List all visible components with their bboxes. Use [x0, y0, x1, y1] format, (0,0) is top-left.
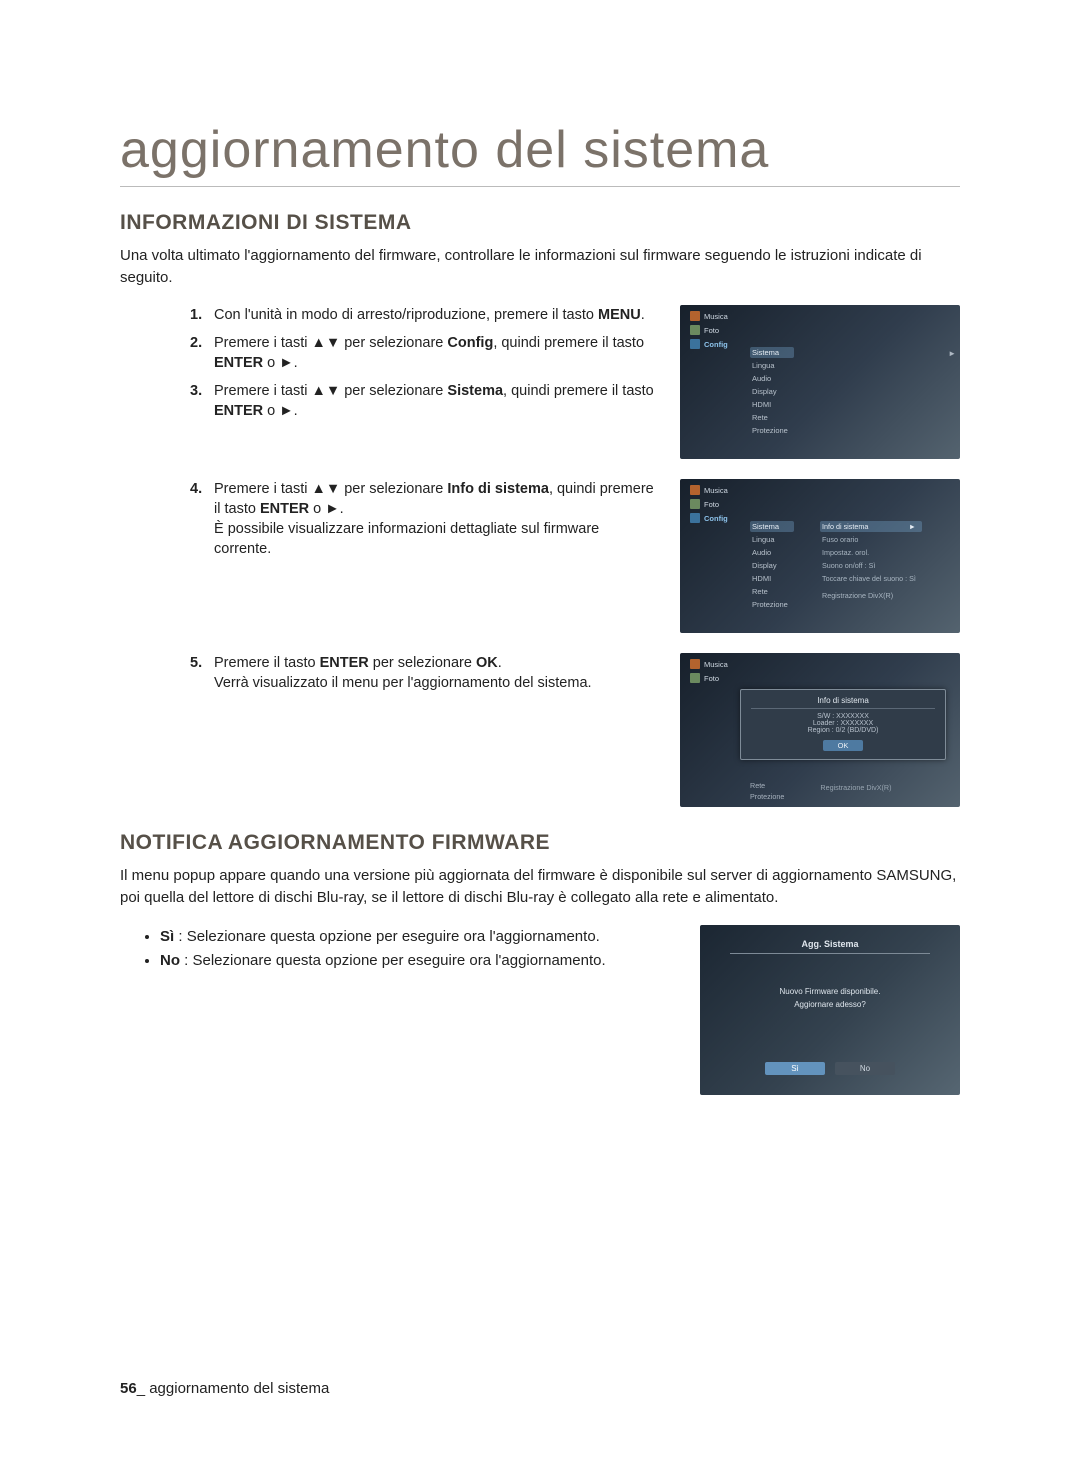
submenu-impostaz-orol: Impostaz. orol.: [820, 547, 922, 558]
section-heading-notify: NOTIFICA AGGIORNAMENTO FIRMWARE: [120, 831, 960, 855]
option-no: No : Selezionare questa opzione per eseg…: [160, 949, 676, 973]
step-3: 3. Premere i tasti ▲▼ per selezionare Si…: [190, 381, 656, 421]
section-intro-info: Una volta ultimato l'aggiornamento del f…: [120, 245, 960, 289]
tv-screenshot-firmware-notify: Agg. Sistema Nuovo Firmware disponibile.…: [700, 925, 960, 1095]
menu-item-rete: Rete: [750, 412, 794, 423]
step-4: 4. Premere i tasti ▲▼ per selezionare In…: [190, 479, 656, 559]
menu-item-protezione: Protezione: [750, 425, 794, 436]
footer-section-name: aggiornamento del sistema: [149, 1380, 329, 1397]
menu-item-hdmi: HDMI: [750, 573, 794, 584]
submenu-registrazione-divx: Registrazione DivX(R): [820, 783, 891, 792]
photo-icon: [690, 499, 700, 509]
step-5: 5. Premere il tasto ENTER per selezionar…: [190, 653, 656, 693]
step-number: 4.: [190, 479, 208, 499]
menu-item-display: Display: [750, 560, 794, 571]
submenu-fuso-orario: Fuso orario: [820, 534, 922, 545]
tv-screenshot-info-popup: Musica Foto Info di sistema S/W : XXXXXX…: [680, 653, 960, 807]
gear-icon: [690, 513, 700, 523]
menu-item-rete: Rete: [750, 586, 794, 597]
config-menu-list: Sistema Lingua Audio Display HDMI Rete P…: [750, 347, 794, 436]
step-number: 1.: [190, 305, 208, 325]
menu-item-hdmi: HDMI: [750, 399, 794, 410]
popup-line-loader: Loader : XXXXXXX: [751, 720, 935, 727]
submenu-info-di-sistema: Info di sistema►: [820, 521, 922, 532]
notify-button-si: Sì: [765, 1062, 825, 1075]
config-menu-list: Sistema Lingua Audio Display HDMI Rete P…: [750, 521, 794, 610]
menu-item-rete: Rete: [750, 781, 784, 790]
nav-photo: Foto: [690, 673, 746, 683]
menu-item-protezione: Protezione: [750, 599, 794, 610]
popup-ok-button: OK: [823, 740, 863, 751]
menu-item-audio: Audio: [750, 373, 794, 384]
page-number: 56: [120, 1380, 137, 1397]
step-number: 3.: [190, 381, 208, 401]
music-icon: [690, 485, 700, 495]
notify-options-list: Sì : Selezionare questa opzione per eseg…: [120, 925, 676, 973]
chevron-right-icon: ►: [909, 522, 916, 531]
popup-line-sw: S/W : XXXXXXX: [751, 713, 935, 720]
nav-music: Musica: [690, 659, 746, 669]
notify-button-no: No: [835, 1062, 895, 1075]
menu-item-display: Display: [750, 386, 794, 397]
nav-photo: Foto: [690, 325, 746, 335]
tv-screenshot-sistema-submenu: Musica Foto Config Sistema Lingua Audio …: [680, 479, 960, 633]
music-icon: [690, 659, 700, 669]
submenu-suono-onoff: Suono on/off : Sì: [820, 560, 922, 571]
notify-title: Agg. Sistema: [700, 939, 960, 949]
menu-item-lingua: Lingua: [750, 534, 794, 545]
step-text: Premere i tasti ▲▼ per selezionare Confi…: [214, 333, 656, 373]
step-text: Premere i tasti ▲▼ per selezionare Info …: [214, 479, 656, 559]
music-icon: [690, 311, 700, 321]
nav-config: Config: [690, 339, 746, 349]
menu-item-sistema: Sistema: [750, 347, 794, 358]
step-text: Con l'unità in modo di arresto/riproduzi…: [214, 305, 645, 325]
submenu-registrazione-divx: Registrazione DivX(R): [820, 590, 922, 601]
chevron-right-icon: ►: [948, 349, 956, 358]
photo-icon: [690, 673, 700, 683]
divider: [730, 953, 930, 954]
step-1: 1. Con l'unità in modo di arresto/riprod…: [190, 305, 656, 325]
menu-item-protezione: Protezione: [750, 792, 784, 801]
step-2: 2. Premere i tasti ▲▼ per selezionare Co…: [190, 333, 656, 373]
menu-item-sistema: Sistema: [750, 521, 794, 532]
menu-item-lingua: Lingua: [750, 360, 794, 371]
notify-message: Nuovo Firmware disponibile. Aggiornare a…: [700, 985, 960, 1011]
step-number: 2.: [190, 333, 208, 353]
up-down-arrows-icon: ▲▼: [312, 481, 341, 497]
nav-photo: Foto: [690, 499, 746, 509]
popup-under-rows: Rete Protezione Registrazione DivX(R): [750, 781, 891, 801]
step-number: 5.: [190, 653, 208, 673]
page-title: aggiornamento del sistema: [120, 120, 960, 187]
info-di-sistema-popup: Info di sistema S/W : XXXXXXX Loader : X…: [740, 689, 946, 760]
photo-icon: [690, 325, 700, 335]
step-text: Premere i tasti ▲▼ per selezionare Siste…: [214, 381, 656, 421]
up-down-arrows-icon: ▲▼: [312, 383, 341, 399]
popup-title: Info di sistema: [751, 696, 935, 709]
tv-screenshot-config-menu: Musica Foto Config Sistema Lingua Audio …: [680, 305, 960, 459]
menu-item-audio: Audio: [750, 547, 794, 558]
gear-icon: [690, 339, 700, 349]
step-text: Premere il tasto ENTER per selezionare O…: [214, 653, 592, 693]
nav-config: Config: [690, 513, 746, 523]
page-footer: 56_ aggiornamento del sistema: [120, 1380, 329, 1397]
nav-music: Musica: [690, 311, 746, 321]
up-down-arrows-icon: ▲▼: [312, 335, 341, 351]
option-si: Sì : Selezionare questa opzione per eseg…: [160, 925, 676, 949]
submenu-blank: [820, 586, 922, 588]
sistema-submenu-list: Info di sistema► Fuso orario Impostaz. o…: [820, 521, 922, 601]
notify-button-row: Sì No: [700, 1062, 960, 1075]
section-heading-info: INFORMAZIONI DI SISTEMA: [120, 211, 960, 235]
section-intro-notify: Il menu popup appare quando una versione…: [120, 865, 960, 909]
nav-music: Musica: [690, 485, 746, 495]
submenu-toccare-chiave: Toccare chiave del suono : Sì: [820, 573, 922, 584]
popup-line-region: Region : 0/2 (BD/DVD): [751, 727, 935, 734]
